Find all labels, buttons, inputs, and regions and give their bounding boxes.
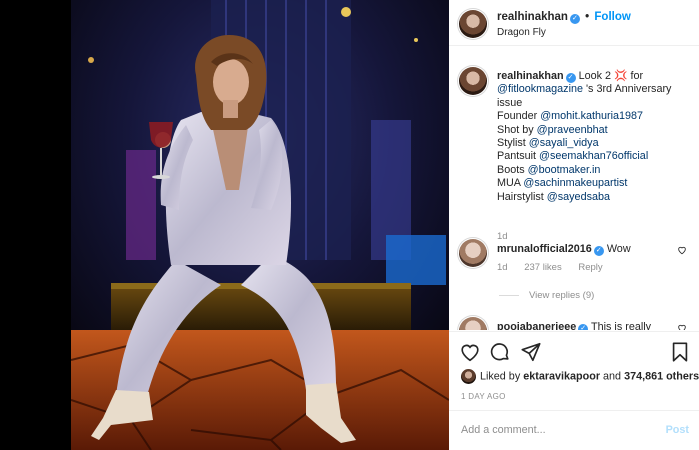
instagram-post-modal: realhinakhan ✓ • Follow Dragon Fly realhi… (0, 0, 699, 450)
caption-username[interactable]: realhinakhan (497, 70, 564, 82)
shot-label: Shot by (497, 123, 534, 136)
boots-label: Boots (497, 163, 525, 176)
comment-age[interactable]: 1d (497, 262, 508, 273)
comment-content: Wow (606, 243, 631, 255)
likes-prefix: Liked by (480, 370, 521, 383)
mention-link[interactable]: @bootmaker.in (528, 164, 601, 176)
emoji-icon: 💢 (614, 70, 628, 82)
liker-username[interactable]: ektaravikapoor (523, 370, 600, 382)
share-icon[interactable] (520, 341, 542, 363)
location-link[interactable]: Dragon Fly (497, 27, 546, 38)
caption-author-avatar[interactable] (459, 67, 487, 95)
author-username[interactable]: realhinakhan (497, 11, 568, 23)
caption-line1: Look 2 (578, 70, 612, 82)
reply-button[interactable]: Reply (578, 262, 602, 273)
mention-link[interactable]: @sayali_vidya (529, 137, 599, 149)
heart-icon[interactable] (459, 341, 481, 363)
heart-icon[interactable] (677, 323, 687, 330)
likes-count[interactable]: 374,861 others (624, 370, 699, 382)
commenter-username[interactable]: poojabanerjeee (497, 321, 576, 330)
mention-link[interactable]: @fitlookmagazine (497, 83, 583, 95)
comment-likes[interactable]: 237 likes (524, 262, 562, 273)
likes-and: and (603, 370, 622, 383)
view-replies-label: View replies (9) (529, 290, 595, 301)
post-actions: Liked by ektaravikapoor and 374,861 othe… (449, 331, 699, 449)
verified-badge-icon: ✓ (593, 246, 604, 256)
comment-input[interactable] (461, 421, 651, 439)
founder-label: Founder (497, 110, 538, 123)
commenter-avatar[interactable] (459, 317, 487, 330)
caption-for: for (630, 70, 644, 82)
separator: • (585, 11, 590, 23)
divider (499, 294, 519, 296)
post-timestamp[interactable]: 1 DAY AGO (461, 392, 506, 401)
post-side-panel: realhinakhan ✓ • Follow Dragon Fly realhi… (449, 0, 699, 450)
post-header: realhinakhan ✓ • Follow Dragon Fly (449, 0, 699, 46)
author-line: realhinakhan ✓ • Follow (497, 11, 631, 24)
view-replies-button[interactable]: View replies (9) (499, 290, 594, 301)
verified-badge-icon: ✓ (578, 324, 589, 330)
mention-link[interactable]: @sachinmakeupartist (523, 177, 627, 189)
mua-label: MUA (497, 177, 521, 190)
commenter-avatar[interactable] (459, 239, 487, 267)
mention-link[interactable]: @praveenbhat (537, 124, 608, 136)
caption-text: realhinakhan ✓ Look 2 💢 for @fitlookmagaz… (497, 70, 689, 204)
verified-badge-icon: ✓ (569, 14, 580, 24)
commenter-username[interactable]: mrunalofficial2016 (497, 243, 592, 255)
stylist-label: Stylist (497, 137, 526, 150)
follow-button[interactable]: Follow (594, 11, 630, 23)
post-comment-button[interactable]: Post (666, 424, 689, 436)
mention-link[interactable]: @sayedsaba (547, 191, 610, 203)
caption-age[interactable]: 1d (497, 231, 508, 242)
add-comment-bar: Post (449, 410, 699, 450)
post-photo[interactable] (71, 0, 449, 450)
mention-link[interactable]: @mohit.kathuria1987 (540, 110, 643, 122)
pantsuit-label: Pantsuit (497, 150, 537, 163)
post-photo-image (71, 0, 449, 450)
comment-meta: 1d 237 likes Reply (497, 262, 617, 273)
comments-scroll-area[interactable]: realhinakhan ✓ Look 2 💢 for @fitlookmagaz… (449, 47, 699, 330)
heart-icon[interactable] (677, 245, 687, 255)
comment-icon[interactable] (489, 341, 511, 363)
liker-avatar[interactable] (461, 369, 476, 384)
verified-badge-icon: ✓ (565, 73, 576, 83)
author-avatar[interactable] (459, 10, 487, 38)
comment-content: This is really (591, 321, 652, 330)
comment-text: mrunalofficial2016 ✓ Wow (497, 243, 667, 256)
likes-summary: Liked by ektaravikapoor and 374,861 othe… (461, 369, 699, 384)
hairstylist-label: Hairstylist (497, 190, 544, 203)
comment-text: poojabanerjeee ✓ This is really (497, 321, 667, 330)
bookmark-icon[interactable] (669, 341, 691, 363)
mention-link[interactable]: @seemakhan76official (539, 150, 648, 162)
